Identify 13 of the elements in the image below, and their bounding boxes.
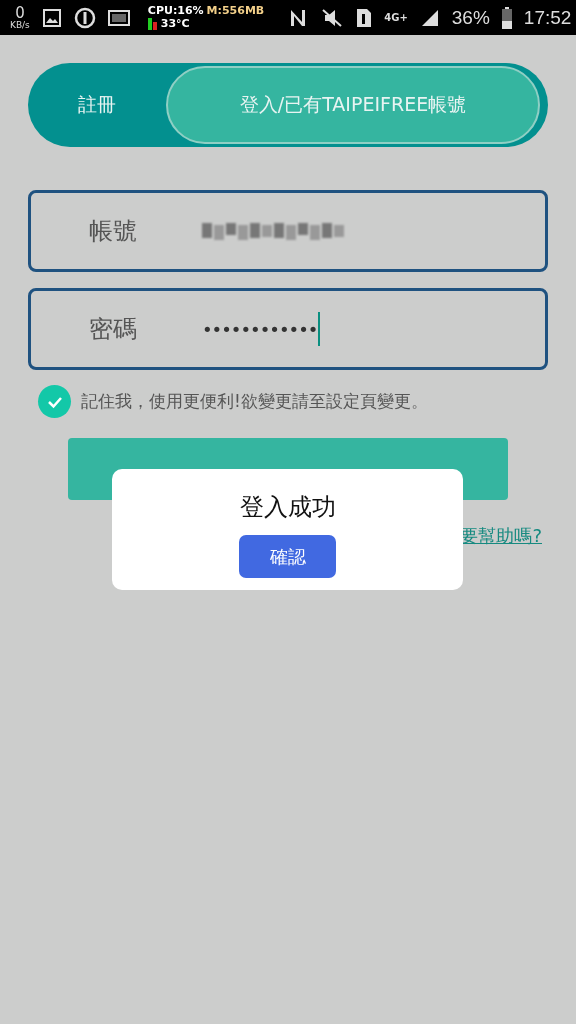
battery-percent: 36% [451,6,490,29]
cpu-usage: CPU:16% [147,4,204,18]
password-value: •••••••••••• [202,318,318,340]
speed-unit: KB/s [10,20,30,30]
field-label: 帳號 [89,216,138,247]
speed-value: 0 [15,5,25,21]
network-type: 4G+ [384,12,408,23]
memory-usage: M:556MB [206,4,265,18]
remember-label: 記住我，使用更便利!欲變更請至設定頁變更。 [81,390,428,413]
dialog-title: 登入成功 [239,492,336,523]
field-label: 密碼 [89,314,138,345]
clock: 17:52 [523,6,572,29]
temperature: 33°C [160,17,190,31]
